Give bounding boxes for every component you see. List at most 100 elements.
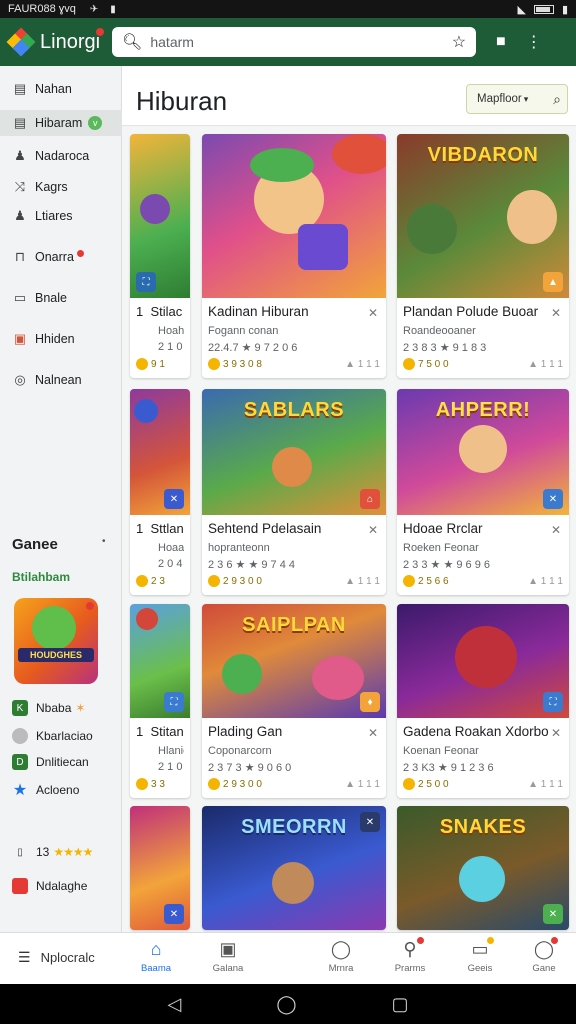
game-card[interactable]: SMEORRN ✕ bbox=[202, 806, 386, 930]
battery-icon bbox=[533, 4, 554, 14]
main-content: Hiburan Mapfloor▾ ⌕ ⛶ 1 Stilac Hoaha 2 1… bbox=[122, 66, 576, 932]
mini-item-dnlitiecan[interactable]: D Dnlitiecan bbox=[12, 752, 122, 772]
rating-stars: ★★★★ bbox=[53, 845, 93, 859]
game-art-title: SAIPLPAN bbox=[242, 614, 346, 636]
account-icon: ◯ bbox=[514, 937, 574, 963]
close-icon[interactable]: ✕ bbox=[368, 523, 378, 537]
game-card[interactable]: AHPERR! ✕ Hdoae Rrclar ✕ Roeken Feonar 2… bbox=[397, 389, 569, 595]
games-subheading[interactable]: Btilahbam bbox=[12, 570, 70, 584]
sidebar-item-nadaroca[interactable]: ♟ Nadaroca bbox=[0, 143, 122, 169]
recents-icon[interactable]: ▢ bbox=[391, 994, 408, 1015]
chevron-down-icon[interactable]: • bbox=[102, 536, 106, 547]
game-art-title: AHPERR! bbox=[435, 399, 531, 421]
nav-item-profile[interactable]: ◯ Mrnra bbox=[311, 939, 371, 974]
status-time: FAUR088 ɣvq bbox=[8, 3, 76, 15]
nav-item-games[interactable]: ▣ Galana bbox=[198, 939, 258, 974]
coin-icon bbox=[208, 358, 220, 370]
sidebar-item-onarra[interactable]: ⊓ Onarra bbox=[0, 244, 122, 270]
close-icon[interactable]: ✕ bbox=[368, 726, 378, 740]
filter-button[interactable]: Mapfloor ▾ ⌕ bbox=[466, 84, 568, 114]
sidebar-item-nalnean[interactable]: ◎ Nalnean bbox=[0, 367, 122, 393]
shuffle-icon: ⤨ bbox=[14, 179, 26, 194]
card-title: Kadinan Hiburan bbox=[208, 304, 309, 319]
bottom-nav-menu[interactable]: ☰ Nplocralc bbox=[18, 949, 95, 966]
close-icon[interactable]: ✕ bbox=[551, 306, 561, 320]
person-icon: ◯ bbox=[330, 939, 352, 959]
close-icon[interactable]: ✕ bbox=[551, 726, 561, 740]
close-icon[interactable]: ✕ bbox=[551, 523, 561, 537]
sidebar-item-ndalaghe[interactable]: Ndalaghe bbox=[12, 876, 122, 896]
game-card[interactable]: VIBDARON ▲ Plandan Polude Buoar ✕ Roande… bbox=[397, 134, 569, 378]
badge-icon: ✕ bbox=[164, 489, 184, 509]
game-art: SABLARS ⌂ bbox=[202, 389, 386, 515]
character-art bbox=[32, 606, 76, 650]
mini-item-nbaba[interactable]: K Nbaba ✶ bbox=[12, 698, 122, 718]
game-card-narrow[interactable]: ⛶ 1 Stitan Hlanio 2 1 0 3 3 bbox=[130, 604, 190, 798]
game-art: SNAKES ✕ bbox=[397, 806, 569, 930]
door-icon: ▯ bbox=[17, 846, 23, 858]
more-options-icon[interactable]: ⋮ bbox=[526, 32, 542, 52]
game-card-narrow[interactable]: ⛶ 1 Stilac Hoaha 2 1 0 9 1 bbox=[130, 134, 190, 378]
home-icon: ⌂ bbox=[150, 939, 162, 959]
close-icon[interactable]: ✕ bbox=[368, 306, 378, 320]
badge-icon: ⛶ bbox=[543, 692, 563, 712]
game-art: ⛶ bbox=[130, 134, 190, 298]
sidebar-item-hibaram[interactable]: ▤ Hibaram v bbox=[0, 110, 122, 136]
star-icon[interactable]: ☆ bbox=[452, 32, 466, 52]
sidebar-item-hhiden[interactable]: ▣ Hhiden bbox=[0, 326, 122, 352]
game-art: ✕ bbox=[130, 806, 190, 930]
badge-icon: ▲ bbox=[543, 272, 563, 292]
game-card-narrow[interactable]: ✕ 1 Sttlan Hoaao 2 0 4 2 3 bbox=[130, 389, 190, 595]
badge-icon: ⛶ bbox=[164, 692, 184, 712]
badge-icon: ♦ bbox=[360, 692, 380, 712]
status-bar: FAUR088 ɣvq ✈ ▮ ◣ ▮ bbox=[0, 0, 576, 18]
save-icon[interactable]: ■ bbox=[496, 33, 506, 51]
mini-item-kbarlaciao[interactable]: Kbarlaciao bbox=[12, 726, 122, 746]
nav-item-search[interactable]: ⚲ Prarms bbox=[380, 937, 440, 974]
search-bar[interactable]: 🔍︎ hatarm ☆ bbox=[112, 27, 477, 57]
sidebar-item-kagrs[interactable]: ⤨ Kagrs bbox=[0, 174, 122, 200]
card-price: 2 5 6 6 bbox=[418, 575, 449, 587]
nav-item-home[interactable]: ⌂ Baama bbox=[126, 939, 186, 974]
sidebar-item-ltiares[interactable]: ♟ Ltiares bbox=[0, 203, 122, 229]
notification-dot bbox=[487, 937, 494, 944]
card-title: 1 Stitan bbox=[136, 724, 184, 739]
nav-item-account[interactable]: ◯ Gane bbox=[514, 937, 574, 974]
coin-icon bbox=[403, 575, 415, 587]
back-icon[interactable]: ◁ bbox=[167, 994, 181, 1015]
sidebar-item-bnale[interactable]: ▭ Bnale bbox=[0, 285, 122, 311]
mini-item-acloeno[interactable]: ★ Acloeno bbox=[12, 780, 122, 800]
sidebar-item-nahan[interactable]: ▤ Nahan bbox=[0, 76, 122, 102]
main-header: Hiburan Mapfloor ▾ ⌕ bbox=[122, 66, 576, 126]
search-icon: ⌕ bbox=[553, 90, 561, 107]
home-circle-icon[interactable]: ◯ bbox=[276, 994, 296, 1015]
nav-item-chat[interactable]: ▭ Geeis bbox=[450, 937, 510, 974]
game-card[interactable]: SNAKES ✕ bbox=[397, 806, 569, 930]
page-title: Hiburan bbox=[136, 86, 228, 116]
card-title: Plandan Polude Buoar bbox=[403, 304, 539, 319]
card-title: Plading Gan bbox=[208, 724, 283, 739]
featured-game-thumbnail[interactable]: HOUDGHES bbox=[14, 598, 98, 684]
game-card[interactable]: ⛶ Gadena Roakan Xdorbo ✕ Koenan Feonar 2… bbox=[397, 604, 569, 798]
notification-dot bbox=[96, 28, 104, 36]
game-card[interactable]: Kadinan Hiburan ✕ Fogann conan 22.4.7 ★ … bbox=[202, 134, 386, 378]
badge-icon: ✕ bbox=[360, 812, 380, 832]
card-price: 2 9 3 0 0 bbox=[223, 575, 262, 587]
list-icon: ▤ bbox=[13, 115, 27, 130]
list-icon: ☰ bbox=[18, 949, 31, 965]
likes-count: ▲ 1 1 1 bbox=[345, 778, 380, 790]
card-price: 7 5 0 0 bbox=[418, 358, 449, 370]
app-bar: Linorgi 🔍︎ hatarm ☆ ■ ⋮ bbox=[0, 18, 576, 66]
app-logo-icon[interactable] bbox=[6, 27, 36, 57]
game-art: ✕ bbox=[130, 389, 190, 515]
search-input[interactable]: hatarm bbox=[150, 34, 451, 50]
card-title: Sehtend Pdelasain bbox=[208, 521, 322, 536]
badge-icon: ✕ bbox=[543, 904, 563, 924]
badge-icon: ✕ bbox=[164, 904, 184, 924]
game-card[interactable]: SAIPLPAN ♦ Plading Gan ✕ Coponarcorn 2 3… bbox=[202, 604, 386, 798]
game-card-narrow[interactable]: ✕ bbox=[130, 806, 190, 930]
likes-count: ▲ 1 1 1 bbox=[528, 358, 563, 370]
game-card[interactable]: SABLARS ⌂ Sehtend Pdelasain ✕ hopranteon… bbox=[202, 389, 386, 595]
chat-icon: ▭ bbox=[450, 937, 510, 963]
card-subtitle: hopranteonn bbox=[208, 542, 270, 554]
